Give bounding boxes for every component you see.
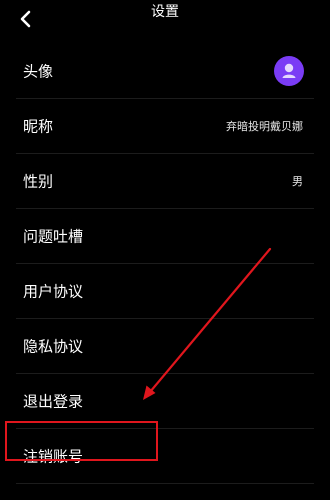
settings-item-label: 退出登录 [23,392,84,411]
gender-value: 男 [292,175,303,188]
header-bar: 设置 [0,0,330,34]
page-title: 设置 [151,4,179,20]
settings-item-label: 头像 [23,62,54,81]
settings-list: 头像 昵称 弃暗投明戴贝娜 性别 男 问题吐槽 用户协议 隐私协议 退出登录 注… [16,44,314,484]
nickname-value: 弃暗投明戴贝娜 [226,120,303,133]
user-icon [282,63,296,78]
settings-item-label: 问题吐槽 [23,227,84,246]
settings-item-label: 隐私协议 [23,337,84,356]
settings-item-avatar[interactable]: 头像 [16,44,314,99]
settings-item-gender[interactable]: 性别 男 [16,154,314,209]
avatar[interactable] [274,56,304,86]
settings-item-user-agreement[interactable]: 用户协议 [16,264,314,319]
settings-item-nickname[interactable]: 昵称 弃暗投明戴贝娜 [16,99,314,154]
settings-item-privacy-policy[interactable]: 隐私协议 [16,319,314,374]
settings-item-label: 昵称 [23,117,54,136]
settings-item-feedback[interactable]: 问题吐槽 [16,209,314,264]
settings-item-label: 性别 [23,172,54,191]
annotation-highlight-box [5,421,158,461]
settings-item-label: 用户协议 [23,282,84,301]
